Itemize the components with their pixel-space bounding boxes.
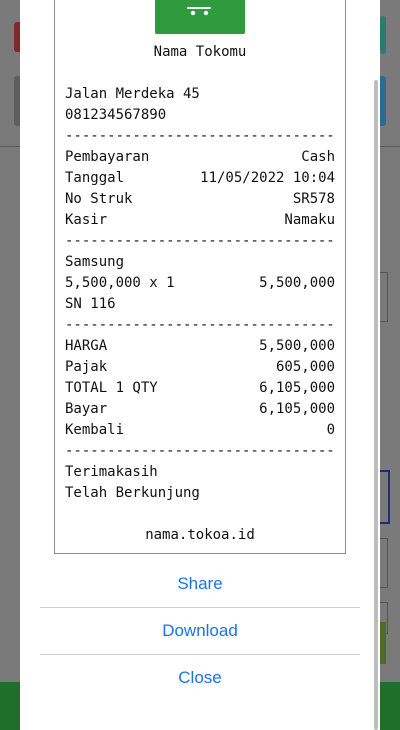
- receipt-no-row: No Struk SR578: [65, 191, 335, 207]
- bg-teal-button: [380, 16, 386, 54]
- website-line: nama.tokoa.id: [145, 527, 255, 543]
- paid-row: Bayar 6,105,000: [65, 401, 335, 417]
- total-row: TOTAL 1 QTY 6,105,000: [65, 380, 335, 396]
- separator: --------------------------------: [65, 233, 335, 249]
- scrollbar[interactable]: [374, 80, 378, 730]
- receipt-modal: Nama Tokomu Jalan Merdeka 45 08123456789…: [20, 0, 380, 730]
- store-name: Nama Tokomu: [153, 44, 247, 60]
- close-button[interactable]: Close: [40, 655, 360, 701]
- item-serial-row: SN 116: [65, 296, 116, 312]
- thanks-line-2: Telah Berkunjung: [65, 485, 200, 501]
- store-logo: [155, 0, 245, 34]
- download-button[interactable]: Download: [40, 608, 360, 654]
- cart-icon: [187, 7, 211, 16]
- share-button[interactable]: Share: [40, 561, 360, 607]
- change-row: Kembali 0: [65, 422, 335, 438]
- thanks-line-1: Terimakasih: [65, 464, 158, 480]
- separator: --------------------------------: [65, 317, 335, 333]
- cashier-row: Kasir Namaku: [65, 212, 335, 228]
- phone-line: 081234567890: [65, 107, 167, 123]
- payment-row: Pembayaran Cash: [65, 149, 335, 165]
- item-name-row: Samsung: [65, 254, 125, 270]
- receipt-paper: Nama Tokomu Jalan Merdeka 45 08123456789…: [54, 0, 346, 554]
- receipt-lines: Jalan Merdeka 45 081234567890 ----------…: [65, 84, 335, 504]
- separator: --------------------------------: [65, 128, 335, 144]
- item-qty-row: 5,500,000 x 1 5,500,000: [65, 275, 335, 291]
- date-row: Tanggal 11/05/2022 10:04: [65, 170, 335, 186]
- separator: --------------------------------: [65, 443, 335, 459]
- receipt-actions: Share Download Close: [40, 561, 360, 701]
- price-row: HARGA 5,500,000: [65, 338, 335, 354]
- tax-row: Pajak 605,000: [65, 359, 335, 375]
- address-line: Jalan Merdeka 45: [65, 86, 200, 102]
